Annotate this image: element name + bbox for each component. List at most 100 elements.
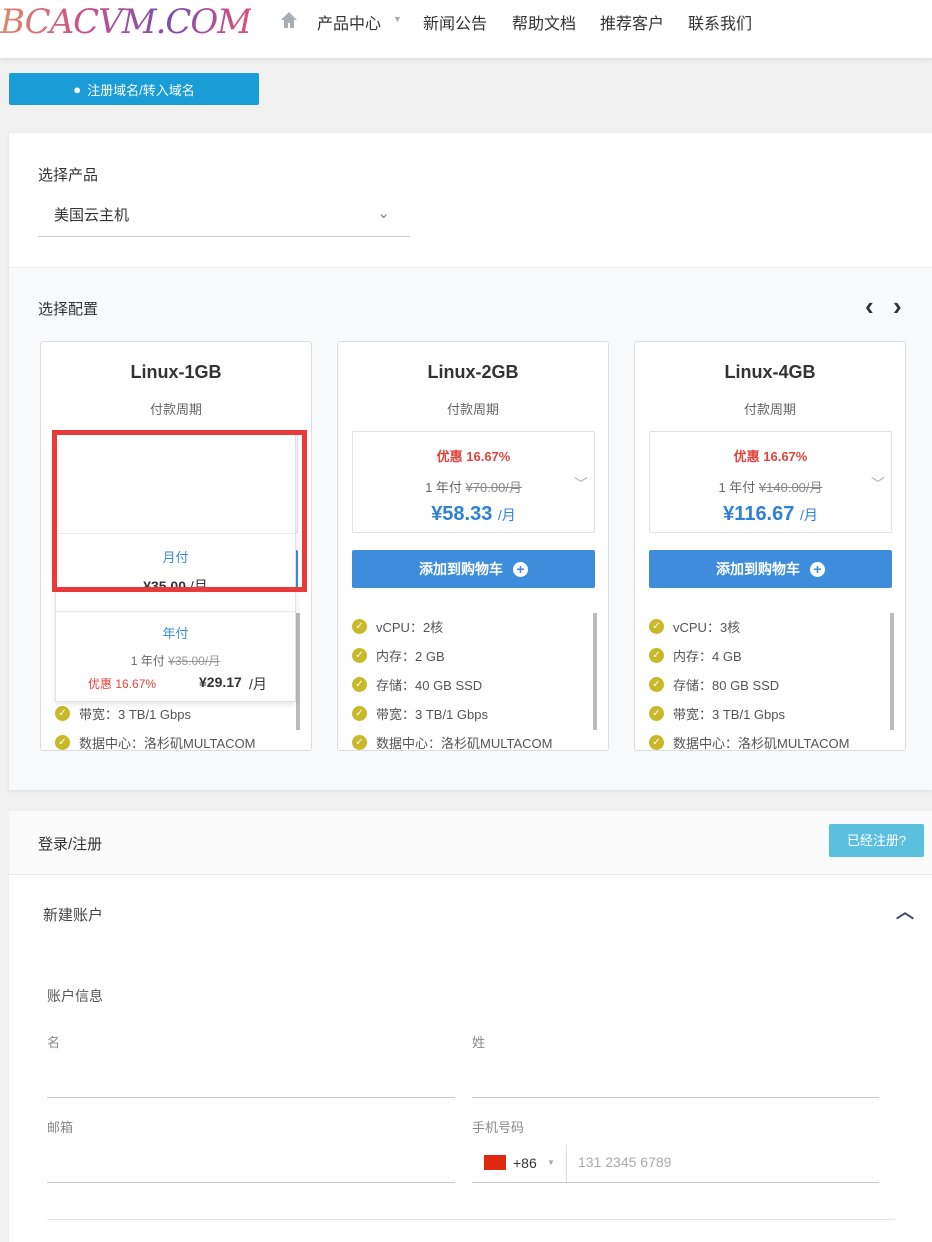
email-input[interactable]	[47, 1182, 455, 1183]
feature-item: ✓ 数据中心：洛杉矶MULTACOM	[352, 728, 553, 751]
price: ¥116.67	[723, 503, 795, 525]
check-icon: ✓	[649, 706, 664, 721]
login-panel	[9, 811, 932, 1242]
feature-item: ✓ 数据中心：洛杉矶MULTACOM	[649, 728, 850, 751]
caret-down-icon: ▼	[393, 14, 402, 24]
feature-text: 内存：4 GB	[673, 649, 742, 664]
check-icon: ✓	[352, 619, 367, 634]
nav-help[interactable]: 帮助文档	[512, 10, 576, 34]
cart-label: 添加到购物车	[419, 561, 503, 577]
discount-text: 优惠 16.67%	[436, 449, 511, 464]
billing-cycle-select[interactable]: 优惠 16.67% 1 年付 ¥140.00/月 ¥116.67 /月 ﹀	[649, 431, 892, 533]
check-icon: ✓	[649, 648, 664, 663]
phone-label: 手机号码	[472, 1120, 525, 1135]
chevron-down-icon: ﹀	[574, 476, 588, 492]
feature-item: ✓ 存储：80 GB SSD	[649, 670, 849, 699]
feature-list: ✓ vCPU：2核 ✓ 内存：2 GB ✓ 存储：40 GB SSD ✓ 带宽：3 TB/1 …	[352, 612, 553, 751]
old-price: ¥70.00/月	[465, 480, 522, 495]
price-unit: /月	[497, 507, 516, 523]
feature-item: ✓ vCPU：3核	[649, 612, 849, 641]
feature-item: ✓ 存储：40 GB SSD	[352, 670, 552, 699]
nav-products[interactable]: 产品中心	[317, 10, 381, 34]
check-icon: ✓	[649, 619, 664, 634]
check-icon: ✓	[352, 735, 367, 750]
feature-item: ✓ 内存：2 GB	[352, 641, 552, 670]
chevron-down-icon: ⌄	[377, 205, 390, 222]
cycle-text: 1 年付	[718, 480, 756, 495]
home-icon[interactable]	[279, 10, 299, 30]
plus-circle-icon: +	[810, 561, 825, 577]
email-label: 邮箱	[47, 1120, 74, 1135]
check-icon: ✓	[55, 706, 70, 721]
plan-title: Linux-2GB	[427, 362, 519, 382]
feature-text: vCPU：2核	[376, 620, 444, 635]
feature-text: 内存：2 GB	[376, 649, 445, 664]
site-logo[interactable]: BCACVM.COM	[0, 2, 252, 42]
register-domain-button[interactable]: ● 注册域名/转入域名	[9, 73, 259, 105]
billing-period-label: 付款周期	[446, 402, 499, 417]
first-name-input[interactable]	[47, 1097, 455, 1098]
globe-icon: ●	[73, 81, 82, 97]
divider	[47, 1219, 895, 1220]
price: ¥58.33	[431, 503, 493, 525]
option-yearly[interactable]: 年付 1 年付 ¥35.00/月 优惠 16.67% ¥29.17 /月	[56, 611, 295, 701]
check-icon: ✓	[55, 735, 70, 750]
feature-text: 存储：80 GB SSD	[673, 678, 780, 693]
cart-label: 添加到购物车	[716, 561, 800, 577]
caret-down-icon: ▼	[547, 1158, 555, 1167]
login-header	[9, 811, 932, 875]
first-name-label: 名	[47, 1035, 61, 1050]
feature-text: vCPU：3核	[673, 620, 741, 635]
scrollbar[interactable]	[890, 613, 894, 730]
feature-item: ✓ 内存：4 GB	[649, 641, 849, 670]
discount-text: 优惠 16.67%	[733, 449, 808, 464]
check-icon: ✓	[352, 648, 367, 663]
country-code[interactable]: +86	[513, 1155, 537, 1171]
feature-item: ✓ 带宽：3 TB/1 Gbps	[352, 699, 552, 728]
nav-customers[interactable]: 推荐客户	[600, 10, 664, 34]
billing-cycle-select[interactable]: 优惠 16.67% 1 年付 ¥70.00/月 ¥58.33 /月 ﹀	[352, 431, 595, 533]
feature-text: 带宽：3 TB/1 Gbps	[79, 707, 191, 722]
add-to-cart-button[interactable]: 添加到购物车 +	[352, 550, 595, 588]
price-unit: /月	[799, 507, 818, 523]
scrollbar[interactable]	[296, 613, 300, 730]
check-icon: ✓	[352, 677, 367, 692]
phone-underline	[472, 1182, 879, 1183]
feature-text: 数据中心：洛杉矶MULTACOM	[79, 736, 256, 751]
plan-title: Linux-1GB	[130, 362, 222, 382]
feature-list: ✓ vCPU：3核 ✓ 内存：4 GB ✓ 存储：80 GB SSD ✓ 带宽：3 TB/1 …	[649, 612, 850, 751]
feature-item: ✓ vCPU：2核	[352, 612, 552, 641]
product-select[interactable]: 美国云主机 ⌄	[38, 195, 410, 237]
nav-contact[interactable]: 联系我们	[688, 10, 752, 34]
feature-text: 数据中心：洛杉矶MULTACOM	[376, 736, 553, 751]
china-flag-icon[interactable]	[484, 1155, 506, 1170]
phone-input[interactable]: 131 2345 6789	[578, 1154, 671, 1170]
prev-arrow-icon[interactable]: ‹	[865, 291, 874, 322]
check-icon: ✓	[649, 735, 664, 750]
cycle-text: 1 年付	[425, 480, 462, 495]
feature-text: 数据中心：洛杉矶MULTACOM	[673, 736, 850, 751]
nav-news[interactable]: 新闻公告	[423, 10, 487, 34]
check-icon: ✓	[352, 706, 367, 721]
scrollbar[interactable]	[593, 613, 597, 730]
account-info-label: 账户信息	[47, 988, 103, 1004]
new-account-title[interactable]: 新建账户	[43, 904, 103, 925]
feature-text: 带宽：3 TB/1 Gbps	[673, 707, 785, 722]
divider	[566, 1145, 567, 1182]
feature-item: ✓ 带宽：3 TB/1 Gbps	[55, 699, 255, 728]
billing-period-label: 付款周期	[149, 402, 202, 417]
last-name-input[interactable]	[472, 1097, 879, 1098]
feature-item: ✓ 数据中心：洛杉矶MULTACOM	[55, 728, 256, 751]
next-arrow-icon[interactable]: ›	[893, 291, 902, 322]
feature-text: 带宽：3 TB/1 Gbps	[376, 707, 488, 722]
check-icon: ✓	[649, 677, 664, 692]
feature-item: ✓ 带宽：3 TB/1 Gbps	[649, 699, 849, 728]
plus-circle-icon: +	[513, 561, 528, 577]
already-registered-button[interactable]: 已经注册?	[829, 824, 924, 857]
plan-card: Linux-4GB 付款周期 优惠 16.67% 1 年付 ¥140.00/月 …	[634, 341, 906, 751]
chevron-up-icon[interactable]: ︿	[896, 898, 914, 924]
plan-title: Linux-4GB	[724, 362, 816, 382]
select-config-label: 选择配置	[38, 301, 99, 318]
add-to-cart-button[interactable]: 添加到购物车 +	[649, 550, 892, 588]
chevron-down-icon: ﹀	[871, 476, 885, 492]
